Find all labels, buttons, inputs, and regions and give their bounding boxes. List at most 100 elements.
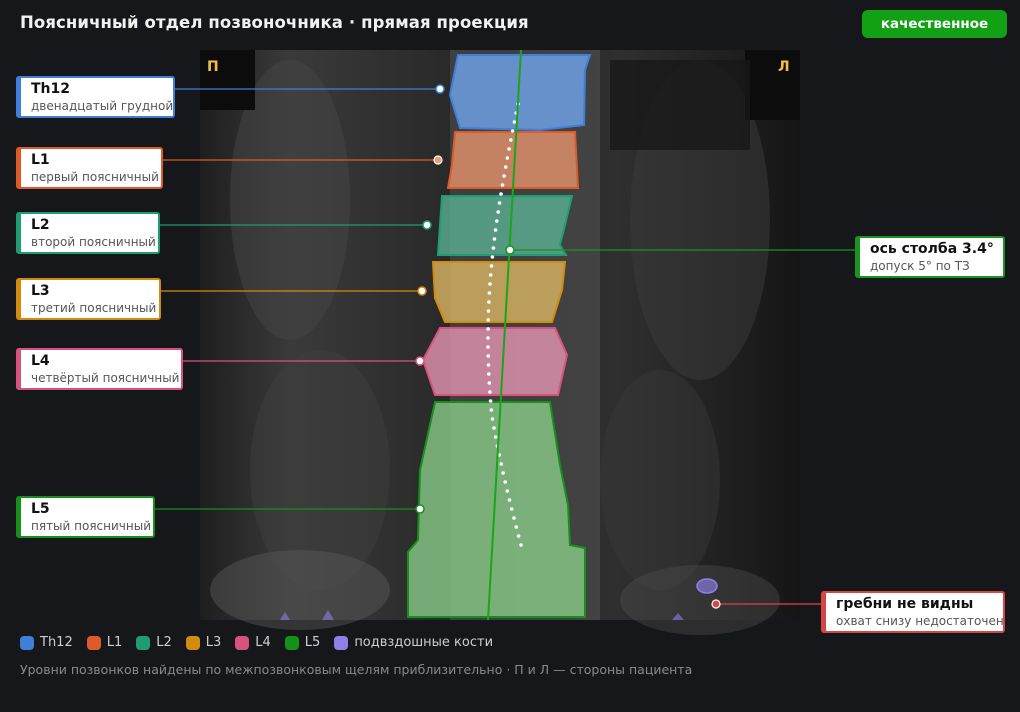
midline-dot (493, 435, 498, 439)
legend-swatch (86, 635, 101, 650)
legend-swatch (136, 635, 151, 650)
callout-l2-title: L2 (31, 217, 50, 233)
legend-label: L5 (304, 635, 321, 650)
callout-iliac-title: гребни не видны (836, 596, 974, 612)
legend-label: подвздошные кости (354, 635, 494, 650)
anchor-dot-l5 (415, 504, 425, 514)
callout-l4-subtitle: четвёртый поясничный (31, 371, 180, 385)
midline-dot (497, 201, 502, 205)
legend-label: L2 (156, 635, 172, 650)
midline-dot (505, 156, 510, 160)
legend-swatch (185, 635, 200, 650)
midline-dot (492, 426, 496, 430)
legend-swatch (20, 635, 34, 650)
midline-dot (507, 498, 512, 502)
midline-dot (486, 345, 490, 349)
midline-dot (492, 237, 497, 241)
midline-dot (501, 471, 505, 475)
legend-item-l2[interactable]: L2 (136, 635, 172, 650)
callout-spine-axis[interactable]: ось столба 3.4° допуск 5° по ТЗ (855, 236, 1005, 278)
midline-dot (489, 408, 494, 412)
callout-l1-subtitle: первый поясничный (31, 170, 159, 184)
callout-l5-subtitle: пятый поясничный (31, 519, 151, 533)
midline-dot (503, 165, 508, 169)
midline-dot (488, 390, 492, 394)
midline-dot (490, 417, 495, 421)
callout-l2-subtitle: второй поясничный (31, 235, 156, 249)
midline-dot (512, 516, 516, 520)
midline-dot (486, 327, 490, 331)
vertebra-l4[interactable] (421, 327, 569, 396)
midline-dot (505, 489, 510, 493)
legend-swatch (334, 635, 349, 650)
vertebra-l3[interactable] (431, 261, 567, 323)
anchor-dot-l2 (422, 220, 432, 230)
anchor-dot-l1 (433, 155, 443, 165)
callout-th12-title: Th12 (31, 81, 70, 97)
callout-l3-title: L3 (31, 283, 50, 299)
footnote: Уровни позвонков найдены по межпозвонков… (20, 662, 693, 677)
legend-item-l3[interactable]: L3 (185, 635, 222, 650)
anchor-dot-l4 (415, 356, 425, 366)
legend-item-l1[interactable]: L1 (86, 635, 123, 650)
midline-dot (487, 300, 491, 304)
midline-dot (493, 228, 498, 232)
midline-dot (519, 543, 523, 547)
callout-l4-title: L4 (31, 353, 50, 369)
anchor-dot-iliac (711, 599, 721, 609)
side-marker-left: П (207, 59, 219, 75)
midline-dot (500, 183, 505, 187)
callout-th12[interactable]: Th12 двенадцатый грудной (16, 76, 175, 118)
midline-dot (486, 354, 491, 358)
midline-dot (514, 525, 519, 529)
legend-item-th12[interactable]: Th12 (20, 635, 73, 650)
callout-l1-title: L1 (31, 152, 50, 168)
midline-dot (487, 381, 492, 385)
midline-dot (509, 138, 513, 142)
anchor-dot-th12 (435, 84, 445, 94)
midline-dot (512, 120, 517, 124)
midline-dot (487, 372, 491, 376)
legend-label: L4 (255, 635, 271, 650)
anchor-dot-axis (505, 245, 515, 255)
legend-label: L3 (205, 635, 222, 650)
callout-l3-subtitle: третий поясничный (31, 301, 157, 315)
midline-dot (503, 480, 508, 484)
midline-dot (487, 291, 492, 295)
legend: Th12 L1 L2 L3 L4 L5 подвздошные кости (20, 635, 507, 650)
midline-dot (507, 147, 511, 151)
legend-label: L1 (106, 635, 123, 650)
callout-l5[interactable]: L5 пятый поясничный (16, 496, 155, 538)
midline-dot (499, 192, 503, 196)
callout-axis-title: ось столба 3.4° (870, 241, 994, 257)
callout-axis-subtitle: допуск 5° по ТЗ (870, 259, 970, 273)
legend-label: Th12 (40, 635, 73, 650)
callout-l1[interactable]: L1 первый поясничный (16, 147, 163, 189)
legend-item-l5[interactable]: L5 (284, 635, 321, 650)
legend-item-iliac[interactable]: подвздошные кости (334, 635, 493, 650)
callout-l5-title: L5 (31, 501, 50, 517)
callout-iliac-crests[interactable]: гребни не видны охват снизу недостаточен (821, 591, 1005, 633)
midline-dot (516, 534, 521, 538)
legend-swatch (235, 635, 250, 650)
callout-l4[interactable]: L4 четвёртый поясничный (16, 348, 183, 390)
midline-dot (509, 507, 514, 511)
midline-dot (488, 273, 493, 277)
midline-dot (486, 309, 491, 313)
midline-dot (495, 219, 499, 223)
callout-l3[interactable]: L3 третий поясничный (16, 278, 161, 320)
callout-th12-subtitle: двенадцатый грудной (31, 99, 174, 113)
midline-dot (488, 282, 492, 286)
callout-iliac-subtitle: охват снизу недостаточен (836, 614, 1004, 628)
midline-dot (502, 174, 506, 178)
callout-l2[interactable]: L2 второй поясничный (16, 212, 160, 254)
legend-swatch (284, 635, 299, 650)
anchor-dot-l3 (417, 286, 427, 296)
vertebra-l2[interactable] (436, 195, 574, 256)
midline-dot (486, 318, 491, 322)
side-marker-right: Л (778, 59, 790, 75)
midline-dot (486, 363, 491, 367)
midline-dot (490, 255, 495, 259)
legend-item-l4[interactable]: L4 (235, 635, 271, 650)
midline-dot (486, 336, 490, 340)
